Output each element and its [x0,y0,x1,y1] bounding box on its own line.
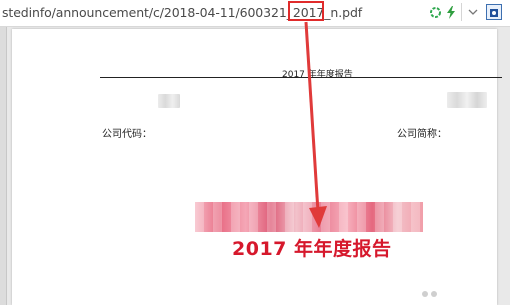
header-rule [100,77,502,78]
address-bar[interactable]: stedinfo/announcement/c/2018-04-11/60032… [0,0,510,27]
blurred-company-name [447,92,487,108]
bolt-icon[interactable] [446,6,456,19]
page-header-title: 2017 年年度报告 [282,70,353,80]
report-title: 2017 年年度报告 [232,238,392,260]
watermark-icon [422,291,437,297]
pdf-page: 2017 年年度报告 公司代码： 公司简称： [12,29,502,305]
toolbar-separator [461,3,462,21]
blurred-company-fullname [195,202,423,232]
viewer-left-rail [0,27,7,305]
pdf-viewer[interactable]: 2017 年年度报告 公司代码： 公司简称： [0,27,510,305]
pdf-extension-highlight-box [288,1,324,21]
chevron-down-icon[interactable] [467,6,479,18]
extension-icon[interactable] [486,4,502,20]
blurred-company-code [158,94,180,108]
refresh-icon[interactable] [429,6,442,19]
company-code-label: 公司代码： [102,129,152,140]
company-name-label: 公司简称： [397,129,447,140]
